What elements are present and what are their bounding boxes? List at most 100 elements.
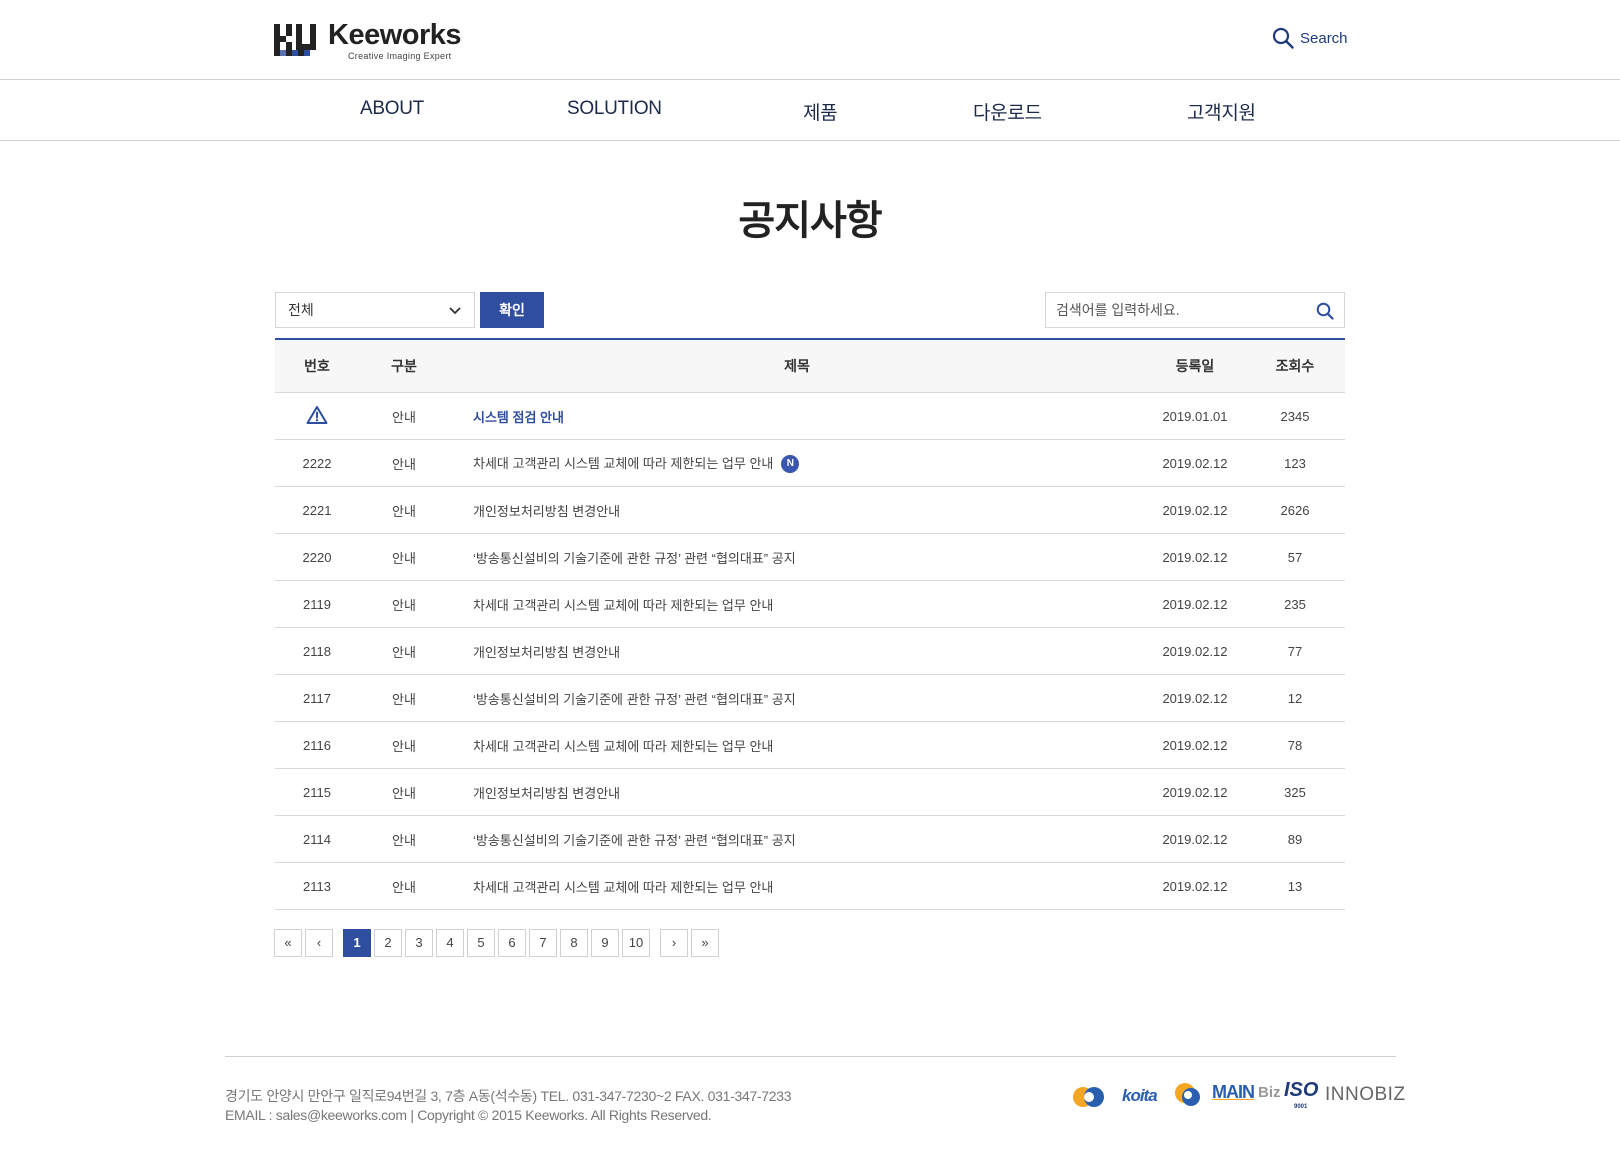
nav-item-download[interactable]: 다운로드: [973, 98, 1042, 125]
table-row[interactable]: 2118 안내 개인정보처리방침 변경안내 2019.02.12 77: [275, 628, 1345, 675]
nav-item-solution[interactable]: SOLUTION: [567, 98, 662, 120]
table-row[interactable]: 2221 안내 개인정보처리방침 변경안내 2019.02.12 2626: [275, 487, 1345, 534]
table-row[interactable]: 2222 안내 차세대 고객관리 시스템 교체에 따라 제한되는 업무 안내 N …: [275, 440, 1345, 487]
row-date: 2019.02.12: [1162, 455, 1228, 471]
site-header: Keeworks Creative Imaging Expert Search: [0, 0, 1620, 80]
table-row[interactable]: 2114 안내 ‘방송통신설비의 기술기준에 관한 규정’ 관련 “협의대표” …: [275, 816, 1345, 863]
row-date: 2019.02.12: [1162, 549, 1228, 565]
row-date: 2019.02.12: [1162, 596, 1228, 612]
row-title-link[interactable]: 개인정보처리방침 변경안내: [473, 504, 620, 519]
row-title-link[interactable]: 차세대 고객관리 시스템 교체에 따라 제한되는 업무 안내: [473, 880, 773, 895]
row-no: 2220: [302, 549, 332, 565]
row-category: 안내: [392, 409, 416, 425]
table-header: 번호 구분 제목 등록일 조회수: [275, 340, 1345, 393]
page-title: 공지사항: [738, 199, 882, 243]
first-page-button[interactable]: «: [274, 929, 302, 957]
page-button-9[interactable]: 9: [591, 929, 619, 957]
header-search-label: Search: [1300, 29, 1348, 47]
page-button-7[interactable]: 7: [529, 929, 557, 957]
page-button-3[interactable]: 3: [405, 929, 433, 957]
row-views: 78: [1287, 737, 1303, 753]
row-category: 안내: [392, 691, 416, 707]
row-date: 2019.02.12: [1162, 690, 1228, 706]
page-button-6[interactable]: 6: [498, 929, 526, 957]
iso-number: 9001: [1294, 1104, 1308, 1110]
table-row[interactable]: 2116 안내 차세대 고객관리 시스템 교체에 따라 제한되는 업무 안내 2…: [275, 722, 1345, 769]
row-views: 13: [1287, 878, 1303, 894]
row-title-link[interactable]: ‘방송통신설비의 기술기준에 관한 규정’ 관련 “협의대표” 공지: [473, 692, 796, 707]
next-page-button[interactable]: ›: [660, 929, 688, 957]
row-no: 2221: [302, 502, 332, 518]
keeworks-logo[interactable]: Keeworks Creative Imaging Expert: [274, 20, 462, 61]
row-title-link[interactable]: 차세대 고객관리 시스템 교체에 따라 제한되는 업무 안내: [473, 598, 773, 613]
mainbiz-logo-main: MAIN: [1212, 1082, 1255, 1102]
nav-item-about[interactable]: ABOUT: [360, 98, 424, 120]
category-select[interactable]: 전체: [275, 292, 475, 328]
row-date: 2019.02.12: [1162, 643, 1228, 659]
nav-item-products[interactable]: 제품: [803, 98, 838, 125]
page-button-1[interactable]: 1: [343, 929, 371, 957]
row-title-link[interactable]: 차세대 고객관리 시스템 교체에 따라 제한되는 업무 안내: [473, 739, 773, 754]
row-category: 안내: [392, 738, 416, 754]
inno-cert-icon: [1175, 1083, 1200, 1106]
search-input[interactable]: [1046, 293, 1306, 327]
row-views: 123: [1284, 455, 1306, 471]
category-select-value: 전체: [288, 302, 314, 318]
venture-cert-icon: [1073, 1087, 1104, 1107]
row-category: 안내: [392, 597, 416, 613]
footer-copyright: EMAIL : sales@keeworks.com | Copyright ©…: [225, 1107, 712, 1123]
row-category: 안내: [392, 644, 416, 660]
table-row[interactable]: 안내 시스템 점검 안내 2019.01.01 2345: [275, 393, 1345, 440]
row-views: 57: [1287, 549, 1303, 565]
page-button-10[interactable]: 10: [622, 929, 650, 957]
row-title-link[interactable]: 시스템 점검 안내: [473, 410, 564, 425]
row-views: 235: [1284, 596, 1306, 612]
table-row[interactable]: 2117 안내 ‘방송통신설비의 기술기준에 관한 규정’ 관련 “협의대표” …: [275, 675, 1345, 722]
row-date: 2019.02.12: [1162, 784, 1228, 800]
row-no: 2115: [303, 784, 331, 800]
innobiz-logo: INNOBIZ: [1325, 1084, 1406, 1105]
row-title-link[interactable]: ‘방송통신설비의 기술기준에 관한 규정’ 관련 “협의대표” 공지: [473, 833, 796, 848]
page-button-5[interactable]: 5: [467, 929, 495, 957]
row-no: 2116: [303, 737, 331, 753]
header-title: 제목: [784, 358, 810, 374]
row-no: 2118: [303, 643, 331, 659]
table-row[interactable]: 2119 안내 차세대 고객관리 시스템 교체에 따라 제한되는 업무 안내 2…: [275, 581, 1345, 628]
row-title-link[interactable]: 개인정보처리방침 변경안내: [473, 786, 620, 801]
row-no: 2117: [303, 690, 331, 706]
row-date: 2019.02.12: [1162, 502, 1228, 518]
confirm-button[interactable]: 확인: [480, 292, 544, 328]
logo-tagline: Creative Imaging Expert: [348, 51, 452, 61]
row-views: 89: [1287, 831, 1303, 847]
logo-text: Keeworks Creative Imaging Expert: [328, 20, 462, 61]
prev-page-button[interactable]: ‹: [305, 929, 333, 957]
table-row[interactable]: 2115 안내 개인정보처리방침 변경안내 2019.02.12 325: [275, 769, 1345, 816]
last-page-button[interactable]: »: [691, 929, 719, 957]
row-category: 안내: [392, 503, 416, 519]
row-views: 77: [1287, 643, 1303, 659]
page-button-8[interactable]: 8: [560, 929, 588, 957]
row-category: 안내: [392, 785, 416, 801]
row-date: 2019.02.12: [1162, 737, 1228, 753]
row-title-link[interactable]: 차세대 고객관리 시스템 교체에 따라 제한되는 업무 안내: [473, 456, 773, 471]
header-search-button[interactable]: Search: [1272, 27, 1348, 49]
page-button-2[interactable]: 2: [374, 929, 402, 957]
row-category: 안내: [392, 879, 416, 895]
mainbiz-logo-biz: Biz: [1258, 1084, 1281, 1101]
table-row[interactable]: 2113 안내 차세대 고객관리 시스템 교체에 따라 제한되는 업무 안내 2…: [275, 863, 1345, 910]
row-date: 2019.02.12: [1162, 878, 1228, 894]
row-views: 2345: [1280, 408, 1310, 424]
row-date: 2019.01.01: [1162, 408, 1228, 424]
row-views: 12: [1287, 690, 1303, 706]
nav-item-support[interactable]: 고객지원: [1187, 98, 1256, 125]
row-title-link[interactable]: 개인정보처리방침 변경안내: [473, 645, 620, 660]
table-row[interactable]: 2220 안내 ‘방송통신설비의 기술기준에 관한 규정’ 관련 “협의대표” …: [275, 534, 1345, 581]
page-button-4[interactable]: 4: [436, 929, 464, 957]
row-category: 안내: [392, 456, 416, 472]
header-no: 번호: [304, 358, 330, 374]
search-submit-icon[interactable]: [1316, 302, 1334, 320]
row-category: 안내: [392, 832, 416, 848]
iso-logo: ISO: [1284, 1079, 1319, 1101]
row-date: 2019.02.12: [1162, 831, 1228, 847]
row-title-link[interactable]: ‘방송통신설비의 기술기준에 관한 규정’ 관련 “협의대표” 공지: [473, 551, 796, 566]
